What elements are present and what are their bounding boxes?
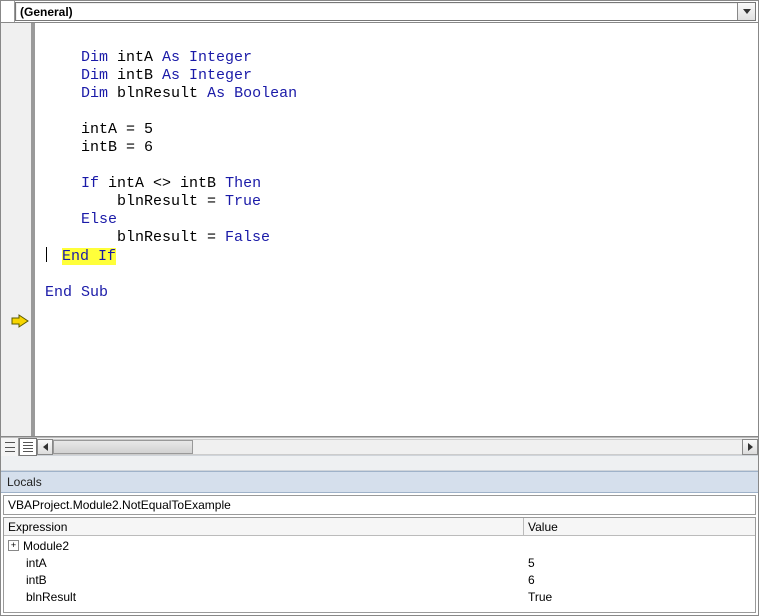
full-module-view-button[interactable] [19,438,37,456]
table-row[interactable]: blnResult True [4,588,755,605]
var-value: 5 [524,556,755,570]
hscroll-right-button[interactable] [742,439,758,455]
var-name: intA [26,556,47,570]
var-name: Module2 [23,539,69,553]
locals-table-header: Expression Value [4,518,755,536]
var-name: intB [26,573,47,587]
panel-separator[interactable] [1,455,758,471]
code-pane[interactable]: Dim intA As Integer Dim intB As Integer … [35,23,758,436]
chevron-left-icon [43,443,48,451]
col-header-value[interactable]: Value [524,518,755,535]
procedure-view-button[interactable] [1,438,19,456]
gutter [1,23,35,436]
code-editor-region: Dim intA As Integer Dim intB As Integer … [1,23,758,437]
locals-table: Expression Value + Module2 intA 5 intB 6… [3,517,756,613]
dropdown-button[interactable] [737,3,755,20]
var-value: 6 [524,573,755,587]
var-name: blnResult [26,590,76,604]
table-row[interactable]: intB 6 [4,571,755,588]
locals-context-text: VBAProject.Module2.NotEqualToExample [8,498,231,512]
expand-icon[interactable]: + [8,540,19,551]
chevron-down-icon [743,9,751,14]
table-row[interactable]: intA 5 [4,554,755,571]
hscroll-track[interactable] [53,439,742,455]
editor-footer [1,437,758,455]
object-dropdown-text: (General) [16,4,77,20]
locals-table-body: + Module2 intA 5 intB 6 blnResult True [4,536,755,605]
object-dropdown-bar: (General) [1,1,758,23]
hscroll-left-button[interactable] [37,439,53,455]
code-text: Dim intA As Integer Dim intB As Integer … [35,23,758,302]
current-line-arrow-icon [11,314,29,328]
locals-context-bar[interactable]: VBAProject.Module2.NotEqualToExample [3,495,756,515]
chevron-right-icon [748,443,753,451]
table-row[interactable]: + Module2 [4,537,755,554]
locals-panel-title: Locals [1,471,758,493]
dropdown-left-spacer [1,1,15,22]
text-cursor [46,247,47,262]
hscroll-thumb[interactable] [53,440,193,454]
locals-title-text: Locals [7,475,42,489]
object-dropdown[interactable]: (General) [15,2,756,21]
horizontal-scrollbar[interactable] [37,438,758,455]
col-header-expression[interactable]: Expression [4,518,524,535]
var-value: True [524,590,755,604]
